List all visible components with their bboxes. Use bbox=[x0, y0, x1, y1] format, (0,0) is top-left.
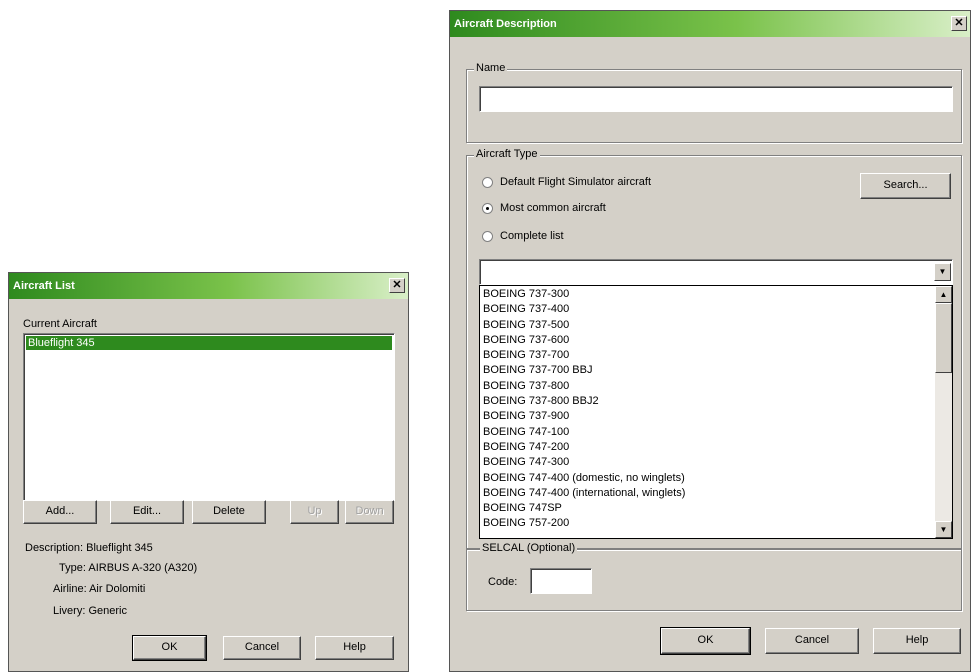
help-button[interactable]: Help bbox=[873, 628, 961, 654]
close-icon[interactable]: ✕ bbox=[951, 16, 967, 31]
dropdown-item[interactable]: BOEING 747-400 (domestic, no winglets) bbox=[480, 471, 935, 486]
code-field[interactable] bbox=[530, 568, 592, 594]
radio-label: Complete list bbox=[500, 230, 564, 242]
dropdown-item[interactable]: BOEING 747-100 bbox=[480, 425, 935, 440]
dropdown-item[interactable]: BOEING 737-800 BBJ2 bbox=[480, 394, 935, 409]
window-title: Aircraft List bbox=[13, 280, 75, 292]
aircraft-dropdown-list[interactable]: BOEING 737-300 BOEING 737-400 BOEING 737-5… bbox=[479, 285, 953, 539]
dropdown-item[interactable]: BOEING 747-300 bbox=[480, 455, 935, 470]
aircraft-combo[interactable]: ▼ bbox=[479, 259, 953, 285]
dropdown-item[interactable]: BOEING 737-700 BBJ bbox=[480, 363, 935, 378]
add-button[interactable]: Add... bbox=[23, 500, 97, 524]
radio-label: Default Flight Simulator aircraft bbox=[500, 176, 651, 188]
dropdown-items: BOEING 737-300 BOEING 737-400 BOEING 737-5… bbox=[480, 287, 935, 532]
arrow-down-icon[interactable]: ▼ bbox=[934, 263, 951, 281]
dropdown-item[interactable]: BOEING 737-900 bbox=[480, 409, 935, 424]
list-item[interactable]: Blueflight 345 bbox=[26, 336, 392, 350]
dropdown-item[interactable]: BOEING 747-400 (international, winglets) bbox=[480, 486, 935, 501]
dropdown-item[interactable]: BOEING 757-200 bbox=[480, 516, 935, 531]
dropdown-scrollbar[interactable]: ▲ ▼ bbox=[935, 286, 952, 538]
current-aircraft-label: Current Aircraft bbox=[23, 318, 97, 330]
dropdown-item[interactable]: BOEING 737-700 bbox=[480, 348, 935, 363]
radio-icon bbox=[482, 176, 493, 188]
close-icon[interactable]: ✕ bbox=[389, 278, 405, 293]
radio-selected-icon bbox=[482, 202, 493, 214]
dropdown-item[interactable]: BOEING 737-500 bbox=[480, 318, 935, 333]
radio-most-common-aircraft[interactable]: Most common aircraft bbox=[482, 202, 606, 214]
ok-button[interactable]: OK bbox=[660, 627, 751, 655]
radio-icon bbox=[482, 230, 493, 242]
search-button[interactable]: Search... bbox=[860, 173, 951, 199]
description-text: Description: Blueflight 345 bbox=[25, 542, 153, 554]
dropdown-item[interactable]: BOEING 737-300 bbox=[480, 287, 935, 302]
dropdown-item[interactable]: BOEING 747-200 bbox=[480, 440, 935, 455]
window-title: Aircraft Description bbox=[454, 18, 557, 30]
scrollbar-thumb[interactable] bbox=[935, 303, 952, 373]
selcal-group-label: SELCAL (Optional) bbox=[480, 542, 578, 554]
current-aircraft-list[interactable]: Blueflight 345 bbox=[23, 333, 395, 501]
up-button[interactable]: Up bbox=[290, 500, 339, 524]
radio-label: Most common aircraft bbox=[500, 202, 606, 214]
arrow-down-icon[interactable]: ▼ bbox=[935, 521, 952, 538]
dropdown-item[interactable]: BOEING 737-400 bbox=[480, 302, 935, 317]
aircraft-list-titlebar[interactable]: Aircraft List ✕ bbox=[9, 273, 408, 299]
help-button[interactable]: Help bbox=[315, 636, 394, 660]
arrow-up-icon[interactable]: ▲ bbox=[935, 286, 952, 303]
aircraft-description-titlebar[interactable]: Aircraft Description ✕ bbox=[450, 11, 970, 37]
delete-button[interactable]: Delete bbox=[192, 500, 266, 524]
edit-button[interactable]: Edit... bbox=[110, 500, 184, 524]
dropdown-item[interactable]: BOEING 747SP bbox=[480, 501, 935, 516]
name-group-label: Name bbox=[474, 62, 508, 74]
ok-button[interactable]: OK bbox=[132, 635, 207, 661]
livery-text: Livery: Generic bbox=[53, 605, 127, 617]
radio-default-fs-aircraft[interactable]: Default Flight Simulator aircraft bbox=[482, 176, 651, 188]
code-label: Code: bbox=[488, 576, 518, 588]
aircraft-description-window: Aircraft Description ✕ Name Aircraft Typ… bbox=[449, 10, 971, 672]
down-button[interactable]: Down bbox=[345, 500, 394, 524]
dropdown-item[interactable]: BOEING 737-600 bbox=[480, 333, 935, 348]
cancel-button[interactable]: Cancel bbox=[765, 628, 859, 654]
dropdown-item[interactable]: BOEING 737-800 bbox=[480, 379, 935, 394]
aircraft-list-window: Aircraft List ✕ Current Aircraft Bluefli… bbox=[8, 272, 409, 672]
aircraft-type-group-label: Aircraft Type bbox=[474, 148, 540, 160]
type-text: Type: AIRBUS A-320 (A320) bbox=[59, 562, 198, 574]
airline-text: Airline: Air Dolomiti bbox=[53, 583, 146, 595]
cancel-button[interactable]: Cancel bbox=[223, 636, 301, 660]
name-field[interactable] bbox=[479, 86, 953, 112]
radio-complete-list[interactable]: Complete list bbox=[482, 230, 564, 242]
